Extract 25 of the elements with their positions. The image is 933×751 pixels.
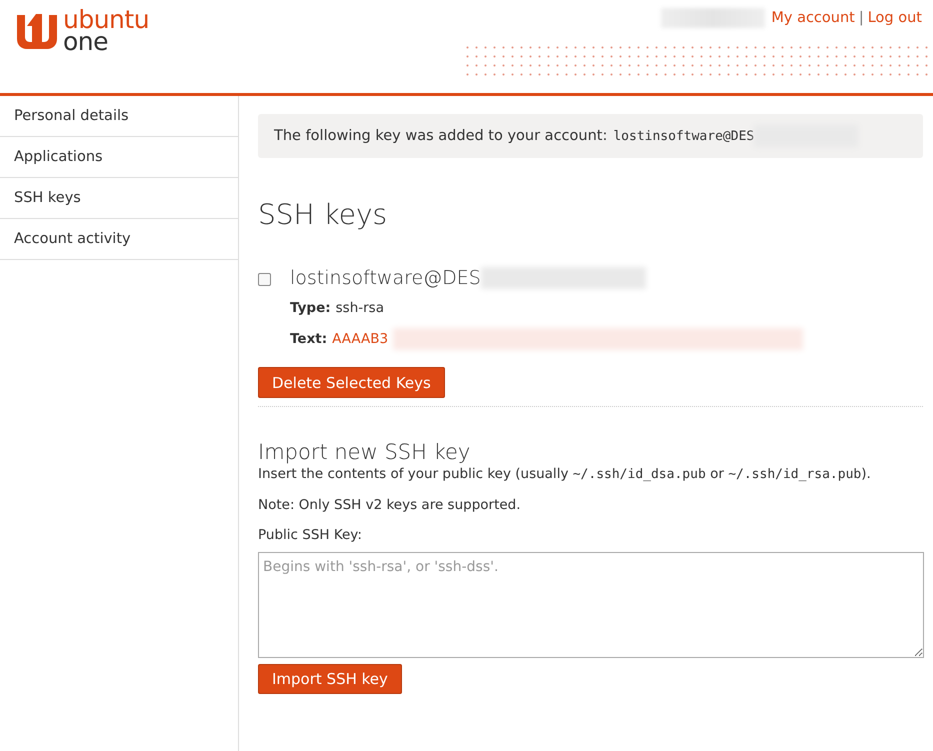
page-heading: SSH keys bbox=[258, 198, 388, 231]
notice-text: The following key was added to your account: bbox=[274, 128, 608, 144]
checkbox[interactable] bbox=[258, 273, 271, 286]
field-label: Public SSH Key: bbox=[258, 527, 363, 543]
logo-text: one bbox=[63, 31, 108, 53]
logout-link[interactable]: Log out bbox=[868, 10, 922, 26]
account-link[interactable]: My account bbox=[771, 10, 855, 26]
separator: | bbox=[858, 10, 864, 26]
key-name: lostinsoftware@DES bbox=[290, 267, 481, 289]
sidebar-item[interactable]: SSH keys bbox=[0, 178, 238, 219]
key-input-field[interactable]: Begins with 'ssh-rsa', or 'ssh-dss'. bbox=[258, 552, 924, 658]
delete-button[interactable]: Delete Selected Keys bbox=[258, 367, 445, 398]
import-button[interactable]: Import SSH key bbox=[258, 664, 402, 694]
sidebar-item[interactable]: Account activity bbox=[0, 219, 238, 260]
key-text: AAAAB3 bbox=[332, 330, 388, 346]
section-heading: Import new SSH key bbox=[258, 440, 472, 464]
key-type: ssh-rsa bbox=[336, 300, 384, 316]
sidebar-item[interactable]: Personal details bbox=[0, 96, 238, 137]
sidebar-item[interactable]: Applications bbox=[0, 137, 238, 178]
field-label: Type: bbox=[290, 300, 331, 316]
logo-text: ubuntu bbox=[63, 9, 150, 31]
description-text: Insert the contents of your public key (usually ~/.ssh/id_dsa.pub or ~/.ssh/id_rsa.pub). bbox=[258, 466, 872, 482]
note-text: Note: Only SSH v2 keys are supported. bbox=[258, 497, 522, 513]
key-name: lostinsoftware@DES bbox=[613, 128, 754, 144]
field-label: Text: bbox=[290, 330, 328, 346]
